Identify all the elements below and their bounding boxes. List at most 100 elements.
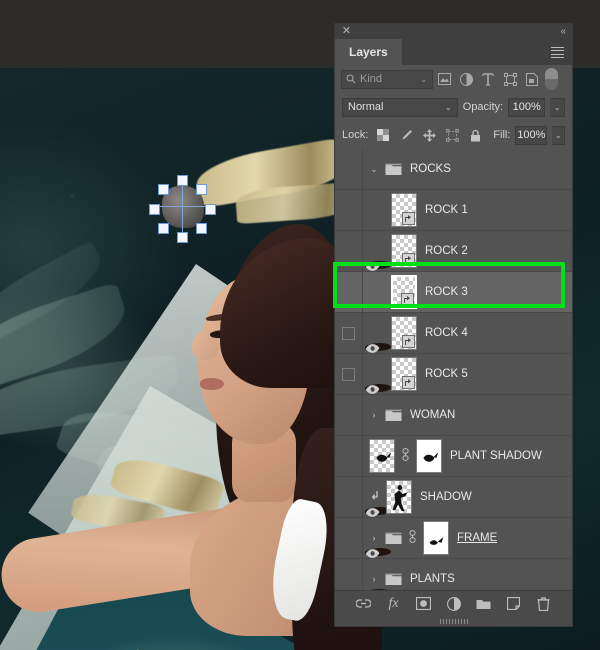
- tab-layers[interactable]: Layers: [335, 39, 402, 65]
- layer-visibility-toggle[interactable]: [335, 231, 392, 353]
- transform-handle-right[interactable]: [205, 204, 216, 215]
- filter-smart-object-icon[interactable]: [521, 68, 543, 90]
- link-layers-button[interactable]: [356, 596, 372, 612]
- layer-row-woman[interactable]: › WOMAN: [335, 395, 572, 517]
- fill-input[interactable]: 100%: [515, 125, 548, 145]
- add-layer-mask-button[interactable]: [416, 596, 432, 612]
- layer-row-plant-shadow[interactable]: PLANT SHADOW: [335, 436, 572, 558]
- layer-thumbnail[interactable]: [391, 234, 417, 268]
- lock-image-pixels-icon[interactable]: [399, 128, 413, 142]
- chevron-right-icon[interactable]: ›: [369, 574, 379, 584]
- transform-handle-bottom[interactable]: [177, 232, 188, 243]
- panel-menu-icon[interactable]: [551, 47, 564, 58]
- layer-name[interactable]: ROCK 3: [423, 286, 468, 298]
- mask-link-icon[interactable]: [401, 448, 410, 464]
- layer-list[interactable]: ⌄ ROCKS ROCK 1 ROCK 2 ROCK 3 ROCK 4 ROCK 5 › WOM…: [335, 149, 572, 590]
- filter-enable-toggle[interactable]: [545, 68, 558, 90]
- chevron-down-icon[interactable]: ⌄: [420, 75, 427, 84]
- filter-type-icon[interactable]: [477, 68, 499, 90]
- layer-visibility-toggle[interactable]: [335, 477, 392, 590]
- layer-row-rock-2[interactable]: ROCK 2: [335, 231, 572, 353]
- filter-pixel-icon[interactable]: [433, 68, 455, 90]
- filter-shape-icon[interactable]: [499, 68, 521, 90]
- filter-kind-select[interactable]: Kind ⌄: [341, 69, 433, 89]
- new-layer-button[interactable]: [506, 596, 522, 612]
- layer-mask-thumbnail[interactable]: [423, 521, 449, 555]
- transform-handle-bottom-right[interactable]: [196, 223, 207, 234]
- layer-visibility-toggle[interactable]: [335, 190, 392, 312]
- panel-resize-grip[interactable]: [335, 616, 572, 626]
- layer-content: ROCK 5: [363, 354, 572, 394]
- tab-layers-label: Layers: [349, 45, 388, 59]
- close-icon[interactable]: ✕: [341, 26, 352, 37]
- filter-adjustment-icon[interactable]: [455, 68, 477, 90]
- chevron-down-icon[interactable]: ⌄: [445, 103, 452, 112]
- layer-thumbnail[interactable]: [386, 480, 412, 514]
- delete-layer-button[interactable]: [536, 596, 552, 612]
- layer-row-rock-4[interactable]: ROCK 4: [335, 313, 572, 354]
- mask-link-icon[interactable]: [408, 530, 417, 546]
- layer-content: SHADOW: [363, 477, 572, 517]
- layer-style-fx-button[interactable]: fx: [386, 596, 402, 612]
- layer-thumbnail[interactable]: [391, 275, 417, 309]
- layer-content: › PLANTS: [363, 559, 572, 590]
- chevron-down-icon[interactable]: ⌄: [369, 164, 379, 175]
- layer-visibility-toggle[interactable]: [335, 272, 392, 394]
- layer-content: PLANT SHADOW: [363, 436, 572, 476]
- free-transform-widget[interactable]: [149, 175, 216, 243]
- transform-handle-top[interactable]: [177, 175, 188, 186]
- chevron-down-icon: ⌄: [554, 130, 562, 140]
- layer-mask-thumbnail[interactable]: [416, 439, 442, 473]
- layer-name[interactable]: ROCKS: [408, 163, 451, 175]
- layer-row-rock-1[interactable]: ROCK 1: [335, 190, 572, 312]
- collapse-panel-icon[interactable]: «: [560, 26, 566, 37]
- layer-thumbnail[interactable]: [391, 357, 417, 391]
- layer-name[interactable]: ROCK 2: [423, 245, 468, 257]
- layer-name[interactable]: SHADOW: [418, 491, 472, 503]
- layer-thumbnail[interactable]: [369, 439, 395, 473]
- layer-row-rocks[interactable]: ⌄ ROCKS: [335, 149, 572, 271]
- chevron-right-icon[interactable]: ›: [369, 410, 379, 420]
- layer-row-frame[interactable]: › FRAME: [335, 518, 572, 559]
- lock-transparent-pixels-icon[interactable]: [376, 128, 390, 142]
- layer-row-rock-5[interactable]: ROCK 5: [335, 354, 572, 395]
- chevron-right-icon[interactable]: ›: [369, 533, 379, 543]
- lock-all-icon[interactable]: [468, 128, 482, 142]
- layer-thumbnail[interactable]: [391, 193, 417, 227]
- layer-visibility-toggle[interactable]: [335, 149, 392, 271]
- layer-row-plants[interactable]: › PLANTS: [335, 559, 572, 590]
- transform-handle-top-left[interactable]: [158, 184, 169, 195]
- layer-visibility-toggle[interactable]: [335, 354, 363, 394]
- panel-titlebar[interactable]: ✕ «: [335, 24, 572, 39]
- layer-row-shadow[interactable]: SHADOW: [335, 477, 572, 590]
- folder-icon: [385, 409, 402, 422]
- layer-name[interactable]: ROCK 4: [423, 327, 468, 339]
- layer-visibility-toggle[interactable]: [335, 395, 392, 517]
- transform-handle-bottom-left[interactable]: [158, 223, 169, 234]
- transform-handle-left[interactable]: [149, 204, 160, 215]
- opacity-input[interactable]: 100%: [508, 97, 546, 117]
- layer-name[interactable]: ROCK 5: [423, 368, 468, 380]
- new-adjustment-layer-button[interactable]: [446, 596, 462, 612]
- layer-name[interactable]: PLANT SHADOW: [448, 450, 542, 462]
- lock-position-icon[interactable]: [422, 128, 436, 142]
- layer-visibility-toggle[interactable]: [335, 559, 363, 590]
- lock-artboard-nesting-icon[interactable]: [445, 128, 459, 142]
- layer-visibility-toggle[interactable]: [335, 436, 392, 558]
- layer-thumbnail[interactable]: [391, 316, 417, 350]
- opacity-stepper[interactable]: ⌄: [550, 97, 565, 117]
- layer-visibility-toggle[interactable]: [335, 313, 363, 353]
- layer-row-rock-3[interactable]: ROCK 3: [335, 272, 572, 394]
- new-group-button[interactable]: [476, 596, 492, 612]
- smart-object-badge-icon: [401, 293, 414, 306]
- layer-name[interactable]: PLANTS: [408, 573, 455, 585]
- transform-handle-top-right[interactable]: [196, 184, 207, 195]
- layer-name[interactable]: FRAME: [455, 532, 497, 544]
- blend-mode-select[interactable]: Normal ⌄: [342, 97, 458, 117]
- layers-panel-footer: fx: [335, 590, 572, 616]
- fill-stepper[interactable]: ⌄: [552, 125, 565, 145]
- layer-visibility-toggle[interactable]: [335, 518, 363, 558]
- layer-filter-row: Kind ⌄: [335, 65, 572, 93]
- layer-name[interactable]: WOMAN: [408, 409, 455, 421]
- layer-name[interactable]: ROCK 1: [423, 204, 468, 216]
